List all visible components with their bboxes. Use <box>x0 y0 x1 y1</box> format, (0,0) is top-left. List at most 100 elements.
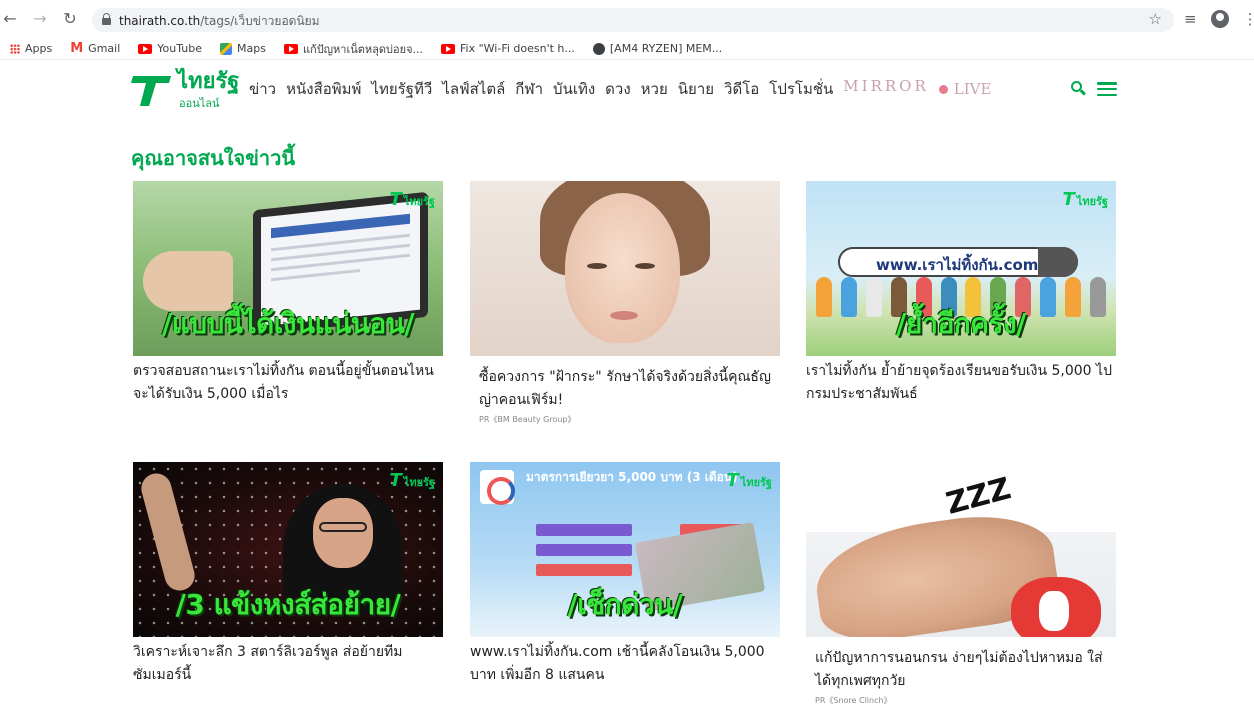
bookmark-label: [AM4 RYZEN] MEM... <box>609 42 723 55</box>
section-title: คุณอาจสนใจข่าวนี้ <box>131 146 296 170</box>
url-path: /tags/เว็บข่าวยอดนิยม <box>200 14 320 28</box>
sponsor-label: PR《Snore Clinch》 <box>815 696 892 705</box>
thumb-logo: T ไทยรัฐ <box>389 470 436 491</box>
nav-item-promotion[interactable]: โปรโมชั่น <box>769 77 833 101</box>
news-title[interactable]: www.เราไม่ทิ้งกัน.com เช้านี้คลังโอนเงิน… <box>470 641 780 687</box>
gmail-icon: M <box>70 40 84 56</box>
thumb-logo: T ไทยรัฐ <box>726 470 773 491</box>
bookmark-star-icon[interactable]: ☆ <box>1149 10 1162 28</box>
bookmark-youtube[interactable]: YouTube <box>138 42 202 55</box>
youtube-icon <box>138 43 153 54</box>
logo-name: ไทยรัฐ <box>177 69 240 94</box>
thumb-logo-text: ไทยรัฐ <box>1076 195 1108 208</box>
thumb-logo-text: ไทยรัฐ <box>403 195 435 208</box>
nav-item-newspaper[interactable]: หนังสือพิมพ์ <box>286 77 361 101</box>
news-title[interactable]: วิเคราะห์เจาะลึก 3 สตาร์ลิเวอร์พูล ส่อย้… <box>133 641 443 687</box>
thumb-caption: /3 แข้งหงส์ส่อย้าย/ <box>175 588 401 621</box>
reading-list-icon[interactable]: ≡ <box>1184 10 1197 28</box>
bookmark-net-fix[interactable]: แก้ปัญหาเน็ตหลุดบ่อยจ... <box>283 40 424 58</box>
thumb-headline: มาตรการเยียวยา 5,000 บาท (3 เดือน) <box>526 470 738 484</box>
nav-item-lifestyle[interactable]: ไลฟ์สไตล์ <box>442 77 505 101</box>
search-icon[interactable] <box>1071 81 1087 97</box>
main-nav: ข่าว หนังสือพิมพ์ ไทยรัฐทีวี ไลฟ์สไตล์ ก… <box>249 77 991 101</box>
nav-item-sport[interactable]: กีฬา <box>515 77 543 101</box>
bookmark-label: แก้ปัญหาเน็ตหลุดบ่อยจ... <box>302 42 424 56</box>
site-logo[interactable]: ไทยรัฐ ออนไลน์ <box>131 69 239 112</box>
nav-item-mirror[interactable]: MIRROR <box>843 77 928 101</box>
face-shape <box>313 498 373 568</box>
news-thumbnail[interactable]: www.เราไม่ทิ้งกัน.com T ไทยรัฐ /ย้ำอีกครั… <box>806 181 1116 356</box>
more-menu-icon[interactable]: ⋮ <box>1243 10 1254 28</box>
back-arrow-icon[interactable]: ← <box>0 9 20 29</box>
globe-icon <box>592 42 605 55</box>
hamburger-menu-icon[interactable] <box>1097 82 1117 96</box>
sponsor-label: PR《BM Beauty Group》 <box>479 415 576 424</box>
face-shape <box>565 193 680 343</box>
thairath-logo-icon <box>131 76 171 106</box>
bookmark-wifi-fix[interactable]: Fix "Wi-Fi doesn't h... <box>441 42 575 55</box>
forward-arrow-icon[interactable]: → <box>30 9 50 29</box>
bookmark-am4[interactable]: [AM4 RYZEN] MEM... <box>592 42 723 55</box>
reload-icon[interactable]: ↻ <box>60 9 80 29</box>
news-card[interactable]: ZZZ แก้ปัญหาการนอนกรน ง่ายๆไม่ต้องไปหาหม… <box>806 462 1116 706</box>
news-thumbnail[interactable]: T ไทยรัฐ /แบบนี้ได้เงินแน่นอน/ <box>133 181 443 356</box>
bookmarks-bar: Apps M Gmail YouTube Maps แก้ปัญหาเน็ตหลุ… <box>0 38 1254 60</box>
live-dot-icon <box>938 84 948 94</box>
nav-item-horoscope[interactable]: ดวง <box>605 77 631 101</box>
bookmark-gmail[interactable]: M Gmail <box>70 40 121 56</box>
thumb-caption: /แบบนี้ได้เงินแน่นอน/ <box>161 307 415 340</box>
thumb-url-text: www.เราไม่ทิ้งกัน.com <box>876 256 1039 274</box>
news-thumbnail[interactable]: T ไทยรัฐ /3 แข้งหงส์ส่อย้าย/ <box>133 462 443 637</box>
bookmark-label: YouTube <box>157 42 202 55</box>
nav-item-news[interactable]: ข่าว <box>249 77 276 101</box>
thumb-logo: T ไทยรัฐ <box>389 189 436 210</box>
nav-item-live[interactable]: LIVE <box>938 77 992 101</box>
lock-icon <box>102 13 111 25</box>
nav-item-entertainment[interactable]: บันเทิง <box>553 77 595 101</box>
news-thumbnail[interactable]: มาตรการเยียวยา 5,000 บาท (3 เดือน) T ไทยร… <box>470 462 780 637</box>
bookmark-label: Maps <box>237 42 266 55</box>
news-card[interactable]: มาตรการเยียวยา 5,000 บาท (3 เดือน) T ไทยร… <box>470 462 780 687</box>
youtube-icon <box>283 43 298 54</box>
youtube-icon <box>441 43 456 54</box>
bookmark-maps[interactable]: Maps <box>220 42 266 55</box>
news-card[interactable]: T ไทยรัฐ /3 แข้งหงส์ส่อย้าย/ วิเคราะห์เจา… <box>133 462 443 687</box>
url-host: thairath.co.th <box>119 14 201 28</box>
logo-subtitle: ออนไลน์ <box>179 97 220 110</box>
bookmark-apps[interactable]: Apps <box>10 42 52 55</box>
news-thumbnail[interactable]: ZZZ <box>806 462 1116 637</box>
url-text[interactable]: thairath.co.th/tags/เว็บข่าวยอดนิยม <box>119 12 320 31</box>
thumb-caption: /เช็กด่วน/ <box>567 588 683 621</box>
site-header: ไทยรัฐ ออนไลน์ ข่าว หนังสือพิมพ์ ไทยรัฐท… <box>0 64 1254 114</box>
maps-icon <box>220 42 232 55</box>
news-title[interactable]: ซื้อควงการ "ฝ้ากระ" รักษาได้จริงด้วยสิ่ง… <box>470 366 780 412</box>
nav-item-tv[interactable]: ไทยรัฐทีวี <box>371 77 432 101</box>
nav-item-video[interactable]: วิดีโอ <box>724 77 759 101</box>
address-bar[interactable]: thairath.co.th/tags/เว็บข่าวยอดนิยม ☆ <box>92 8 1174 32</box>
bookmark-label: Fix "Wi-Fi doesn't h... <box>460 42 575 55</box>
nav-live-label: LIVE <box>953 80 992 98</box>
thumb-logo: T ไทยรัฐ <box>1062 189 1109 210</box>
news-title[interactable]: ตรวจสอบสถานะเราไม่ทิ้งกัน ตอนนี้อยู่ขั้น… <box>133 360 443 406</box>
glasses-shape <box>319 522 367 532</box>
nav-item-novel[interactable]: นิยาย <box>678 77 714 101</box>
thumb-logo-text: ไทยรัฐ <box>403 476 435 489</box>
news-title[interactable]: เราไม่ทิ้งกัน ย้ำย้ายจุดร้องเรียนขอรับเง… <box>806 360 1116 406</box>
news-card[interactable]: T ไทยรัฐ /แบบนี้ได้เงินแน่นอน/ ตรวจสอบสถา… <box>133 181 443 406</box>
thumb-logo-text: ไทยรัฐ <box>740 476 772 489</box>
badge-logo-icon <box>480 470 515 505</box>
apps-icon <box>10 43 20 54</box>
snore-device-shape <box>1011 577 1101 637</box>
toolbar-right: ≡ ⋮ <box>1184 8 1254 30</box>
profile-icon[interactable] <box>1210 10 1229 28</box>
news-thumbnail[interactable] <box>470 181 780 356</box>
bookmark-label: Gmail <box>88 42 121 55</box>
news-title[interactable]: แก้ปัญหาการนอนกรน ง่ายๆไม่ต้องไปหาหมอ ใส… <box>806 647 1116 693</box>
news-card[interactable]: ซื้อควงการ "ฝ้ากระ" รักษาได้จริงด้วยสิ่ง… <box>470 181 780 425</box>
bookmark-label: Apps <box>25 42 53 55</box>
search-box-shape <box>1038 247 1078 277</box>
news-card[interactable]: www.เราไม่ทิ้งกัน.com T ไทยรัฐ /ย้ำอีกครั… <box>806 181 1116 406</box>
thumb-caption: /ย้ำอีกครั้ง/ <box>896 307 1026 340</box>
nav-item-lottery[interactable]: หวย <box>641 77 668 101</box>
browser-toolbar: ← → ↻ thairath.co.th/tags/เว็บข่าวยอดนิย… <box>0 0 1254 38</box>
